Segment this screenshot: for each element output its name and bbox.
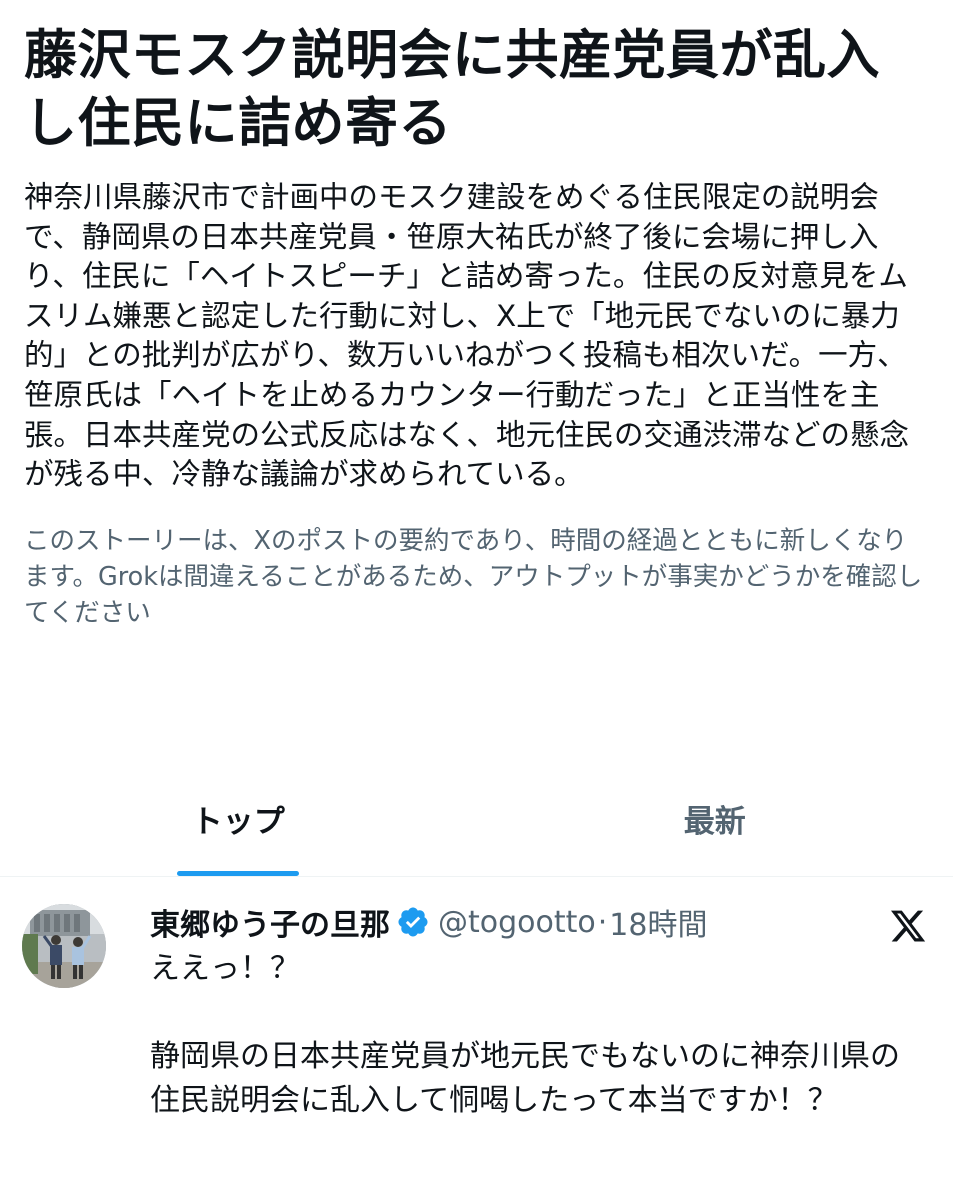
meta-separator: · [597, 904, 608, 940]
verified-badge-icon [398, 907, 428, 937]
story-section: 藤沢モスク説明会に共産党員が乱入し住民に詰め寄る 神奈川県藤沢市で計画中のモスク… [24, 22, 929, 631]
tab-top[interactable]: トップ [0, 780, 477, 876]
post-header: 東郷ゆう子の旦那 @togootto · 18時間 [150, 899, 707, 945]
post-tabs: トップ 最新 [0, 780, 953, 877]
avatar[interactable] [22, 904, 106, 988]
tab-latest-label: 最新 [683, 803, 746, 840]
story-summary: 神奈川県藤沢市で計画中のモスク建設をめぐる住民限定の説明会で、静岡県の日本共産党… [24, 180, 910, 492]
story-headline: 藤沢モスク説明会に共産党員が乱入し住民に詰め寄る [24, 25, 880, 154]
post-text: ええっ！？ 静岡県の日本共産党員が地元民でもないのに神奈川県の住民説明会に乱入し… [150, 951, 900, 1118]
tab-latest[interactable]: 最新 [477, 780, 953, 876]
grok-disclaimer: このストーリーは、Xのポストの要約であり、時間の経過とともに新しくなります。Gr… [24, 525, 923, 628]
tab-top-label: トップ [191, 803, 285, 840]
active-tab-indicator [177, 871, 300, 876]
user-handle[interactable]: @togootto [438, 905, 596, 940]
post-timestamp[interactable]: 18時間 [609, 900, 707, 944]
avatar-image [22, 904, 106, 988]
display-name[interactable]: 東郷ゆう子の旦那 [150, 900, 390, 944]
x-logo-icon[interactable] [889, 907, 927, 945]
post[interactable]: 東郷ゆう子の旦那 @togootto · 18時間 ええっ！？ 静岡県の日本共産… [0, 877, 953, 1200]
